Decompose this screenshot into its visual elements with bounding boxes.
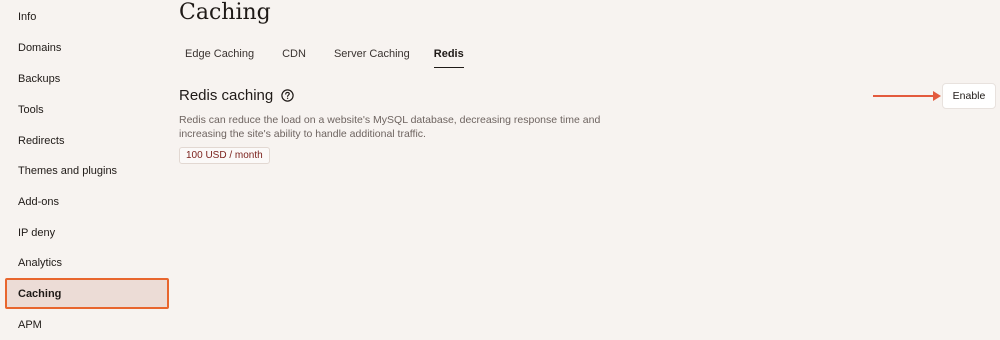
page-title: Caching [179,0,271,25]
section-title: Redis caching [179,87,274,104]
sidebar-item-redirects[interactable]: Redirects [5,125,169,156]
sidebar-item-caching[interactable]: Caching [5,278,169,309]
annotation-arrow-icon [933,91,941,101]
sidebar-item-domains[interactable]: Domains [5,32,169,63]
sidebar-item-tools[interactable]: Tools [5,94,169,125]
question-circle-icon[interactable] [281,89,294,102]
annotation-arrow-line [873,95,935,97]
tab-server-caching[interactable]: Server Caching [334,44,410,68]
tab-edge-caching[interactable]: Edge Caching [185,44,254,68]
sidebar-item-themes-and-plugins[interactable]: Themes and plugins [5,155,169,186]
sidebar-item-info[interactable]: Info [5,1,169,32]
tab-redis[interactable]: Redis [433,44,464,68]
sidebar-item-ip-deny[interactable]: IP deny [5,217,169,248]
caching-tabs: Edge Caching CDN Server Caching Redis [179,44,464,68]
sidebar-item-backups[interactable]: Backups [5,63,169,94]
section-description: Redis can reduce the load on a website's… [179,114,601,140]
sidebar-item-apm[interactable]: APM [5,309,169,340]
tab-cdn[interactable]: CDN [282,44,306,68]
sidebar-item-analytics[interactable]: Analytics [5,247,169,278]
enable-button[interactable]: Enable [942,83,996,109]
sidebar-item-add-ons[interactable]: Add-ons [5,186,169,217]
price-badge: 100 USD / month [179,147,270,164]
sidebar-nav: Info Domains Backups Tools Redirects The… [0,0,175,338]
section-header: Redis caching [179,87,294,104]
